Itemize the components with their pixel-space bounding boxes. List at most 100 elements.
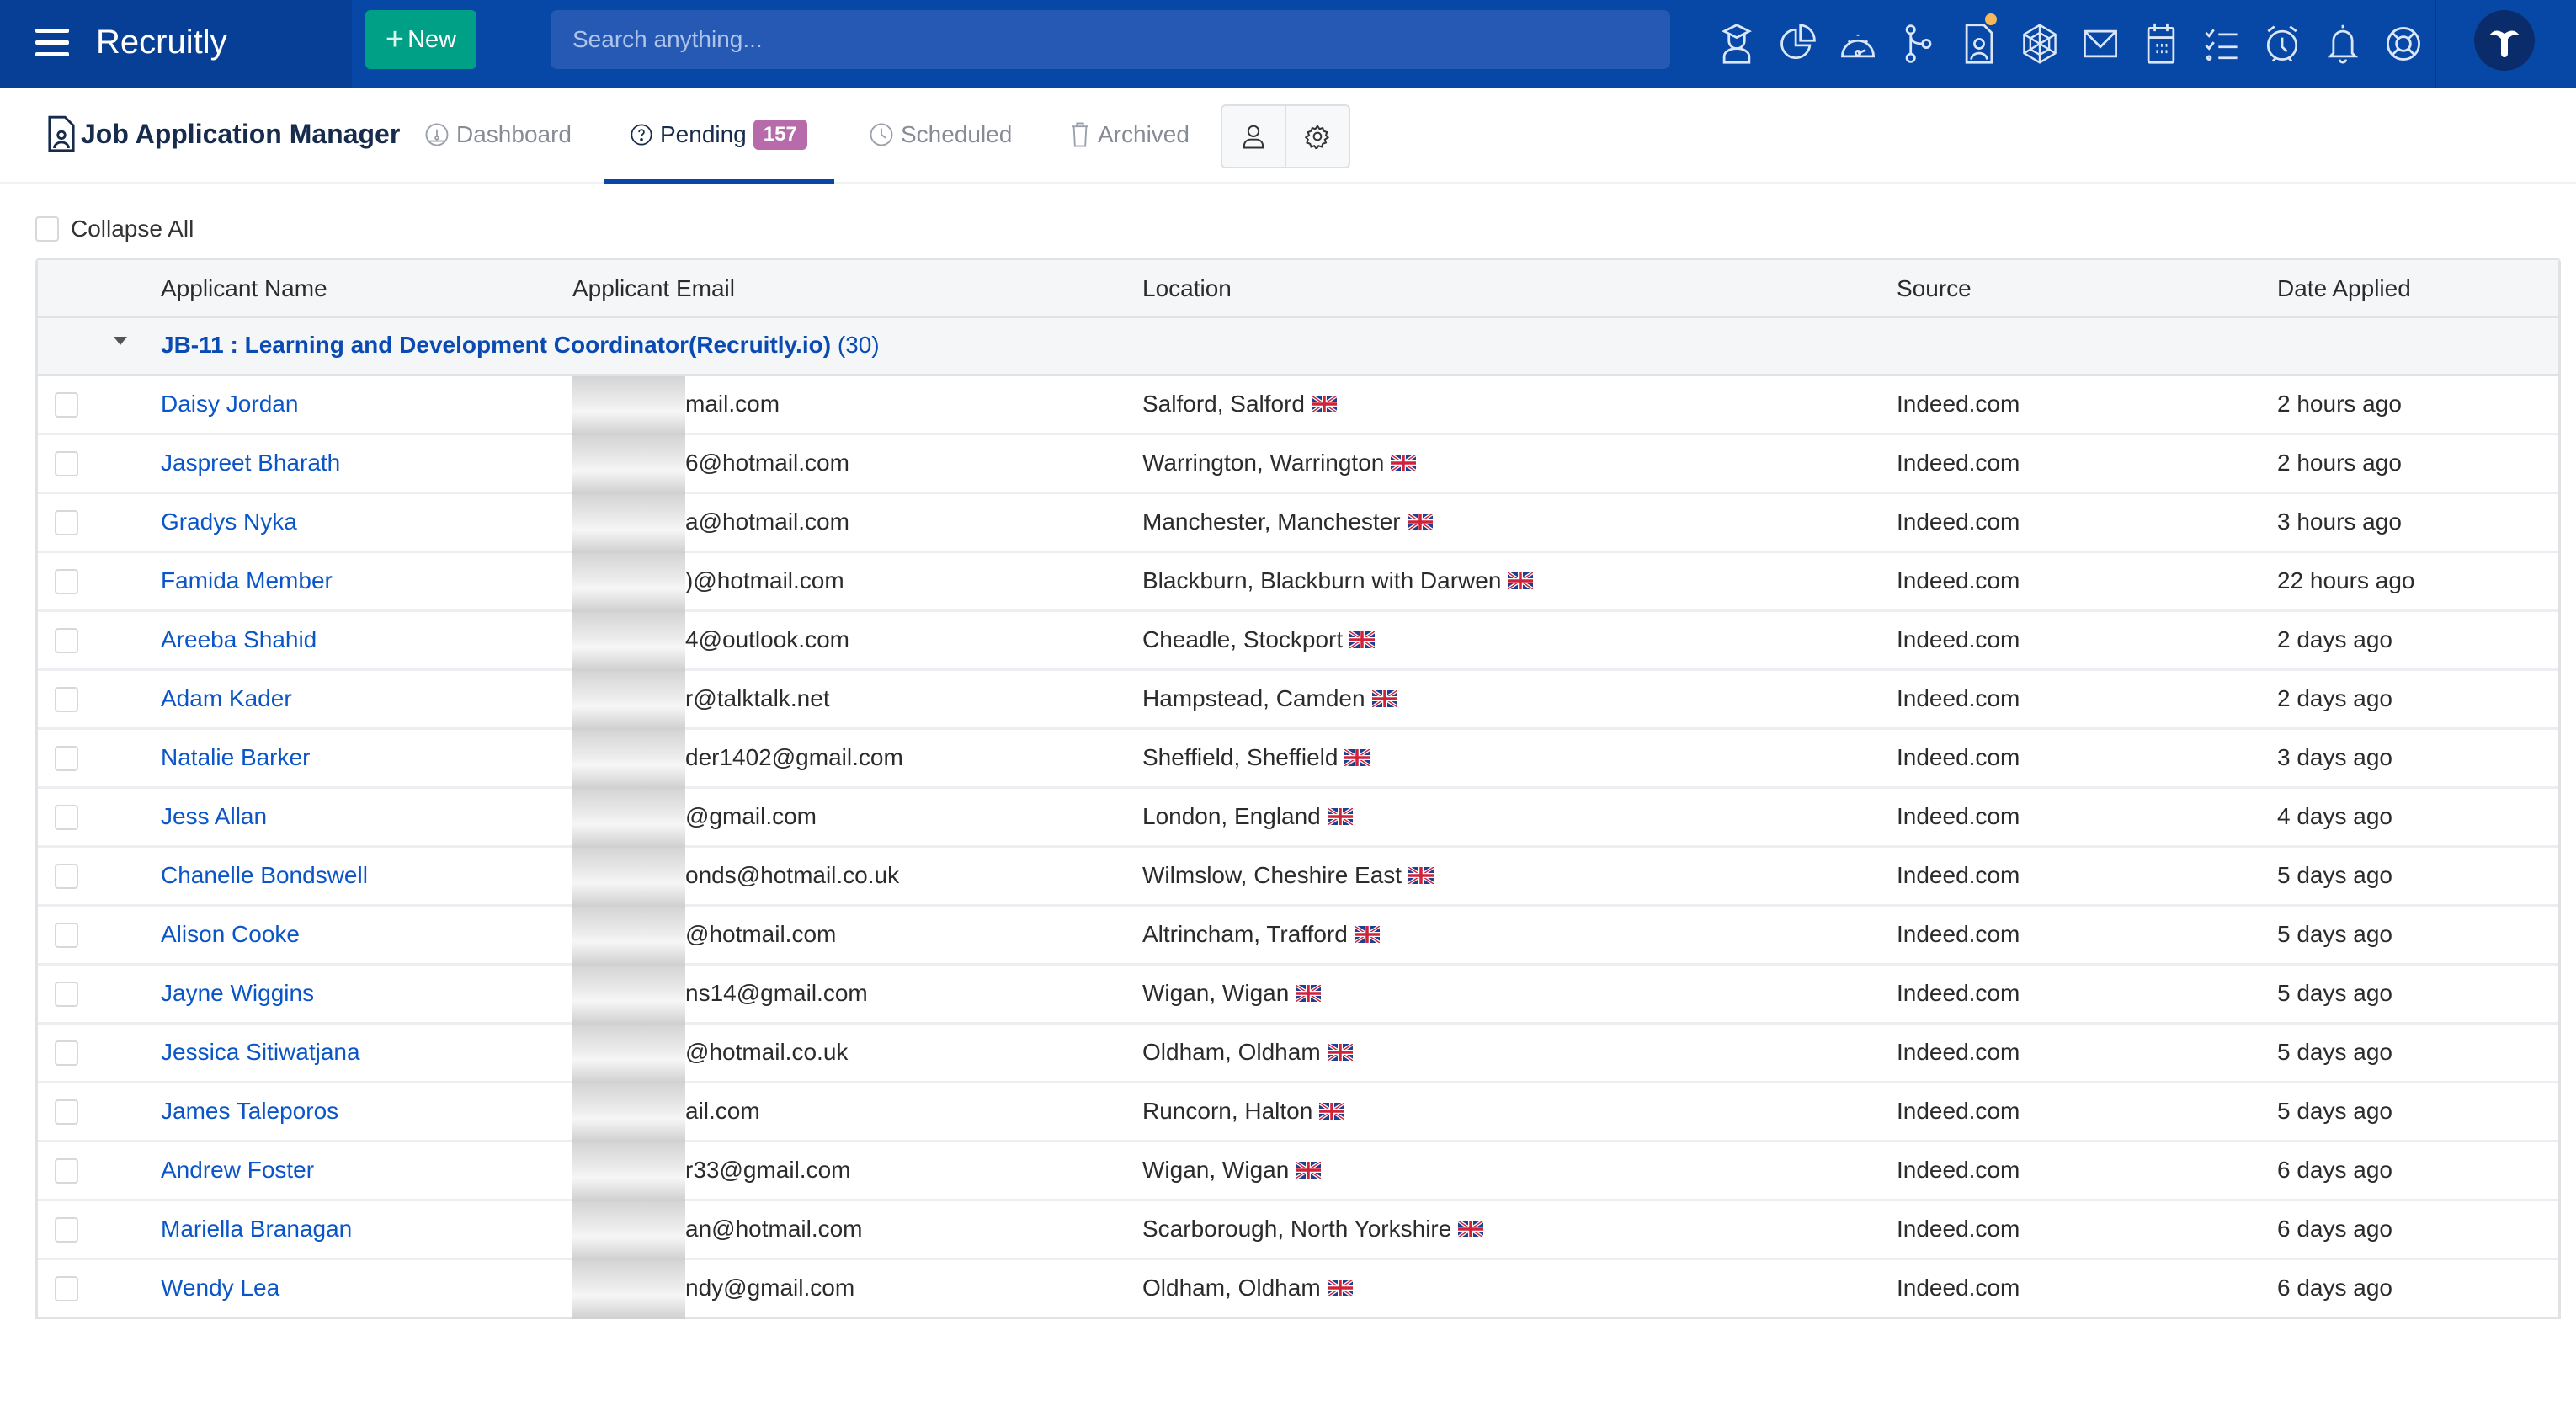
date-applied: 6 days ago: [2277, 1157, 2392, 1183]
applicant-location-text: Altrincham, Trafford: [1142, 921, 1348, 947]
column-header-location[interactable]: Location: [1142, 275, 1232, 302]
user-avatar[interactable]: [2474, 10, 2535, 71]
uk-flag-icon: [1327, 808, 1353, 825]
applicant-source: Indeed.com: [1897, 1039, 2020, 1065]
checklist-icon[interactable]: [2202, 22, 2241, 66]
bell-icon[interactable]: [2323, 22, 2362, 66]
tab-scheduled[interactable]: Scheduled: [869, 88, 1012, 182]
applicant-email-text: 4@outlook.com: [685, 626, 849, 652]
applicant-name-link[interactable]: Mariella Branagan: [161, 1216, 352, 1243]
collapse-group-caret-icon[interactable]: [114, 337, 127, 345]
applicant-name-link[interactable]: Wendy Lea: [161, 1275, 279, 1301]
column-header-source[interactable]: Source: [1897, 275, 1972, 302]
uk-flag-icon: [1327, 1044, 1353, 1061]
applicant-email: ndy@gmail.com: [572, 1260, 909, 1319]
applicant-name-link[interactable]: Daisy Jordan: [161, 391, 298, 418]
uk-flag-icon: [1407, 514, 1433, 530]
date-applied: 3 hours ago: [2277, 508, 2402, 535]
date-applied: 2 hours ago: [2277, 450, 2402, 476]
applicant-email: @hotmail.com: [572, 907, 909, 966]
redacted-email-blur: [572, 671, 685, 730]
applicant-name-link[interactable]: Famida Member: [161, 567, 333, 594]
new-button[interactable]: + New: [365, 10, 476, 69]
tab-archived[interactable]: Archived: [1069, 88, 1190, 182]
tab-pending[interactable]: Pending 157: [604, 88, 834, 184]
column-header-name[interactable]: Applicant Name: [161, 275, 327, 302]
job-group-title[interactable]: JB-11 : Learning and Development Coordin…: [161, 332, 880, 359]
applicant-location-text: Wilmslow, Cheshire East: [1142, 862, 1402, 888]
applicant-name-link[interactable]: Jessica Sitiwatjana: [161, 1039, 360, 1066]
calendar-icon[interactable]: [2142, 22, 2180, 66]
applicant-email-text: r33@gmail.com: [685, 1157, 851, 1183]
table-row: Gradys Nyka a@hotmail.com Manchester, Ma…: [38, 494, 2558, 553]
row-checkbox[interactable]: [55, 864, 78, 889]
candidate-file-icon[interactable]: [1960, 13, 1999, 66]
collapse-all-toggle[interactable]: Collapse All: [35, 216, 194, 242]
row-checkbox[interactable]: [55, 1217, 78, 1243]
row-checkbox[interactable]: [55, 982, 78, 1007]
settings-button[interactable]: [1285, 106, 1349, 167]
global-search-input[interactable]: [551, 10, 1670, 69]
applicant-source: Indeed.com: [1897, 1157, 2020, 1183]
applicant-name-link[interactable]: Adam Kader: [161, 685, 292, 712]
row-checkbox[interactable]: [55, 392, 78, 418]
applicant-name-link[interactable]: James Taleporos: [161, 1098, 338, 1125]
hamburger-menu-icon[interactable]: [35, 29, 69, 57]
column-header-date[interactable]: Date Applied: [2277, 275, 2411, 302]
applicant-name-link[interactable]: Andrew Foster: [161, 1157, 314, 1184]
pie-chart-icon[interactable]: [1778, 22, 1817, 66]
graduate-icon[interactable]: [1717, 22, 1756, 66]
mail-icon[interactable]: [2081, 22, 2120, 66]
row-checkbox[interactable]: [55, 1099, 78, 1125]
row-checkbox[interactable]: [55, 687, 78, 712]
applicant-name-link[interactable]: Jaspreet Bharath: [161, 450, 340, 476]
tab-label: Scheduled: [901, 121, 1013, 147]
applicant-email-text: ndy@gmail.com: [685, 1275, 855, 1301]
row-checkbox[interactable]: [55, 628, 78, 653]
applicant-location-text: Runcorn, Halton: [1142, 1098, 1313, 1124]
column-header-email[interactable]: Applicant Email: [572, 275, 735, 302]
top-navigation-bar: Recruitly + New: [0, 0, 2576, 88]
applicant-source: Indeed.com: [1897, 744, 2020, 770]
applicant-email-text: 6@hotmail.com: [685, 450, 849, 476]
applicant-name-link[interactable]: Jayne Wiggins: [161, 980, 314, 1007]
applicant-source: Indeed.com: [1897, 803, 2020, 829]
applicant-name-link[interactable]: Alison Cooke: [161, 921, 300, 948]
applicant-name-link[interactable]: Areeba Shahid: [161, 626, 317, 653]
row-checkbox[interactable]: [55, 569, 78, 594]
web-icon[interactable]: [2020, 22, 2059, 66]
uk-flag-icon: [1408, 867, 1434, 884]
applicant-email-text: onds@hotmail.co.uk: [685, 862, 900, 888]
applicant-email: ail.com: [572, 1083, 909, 1142]
row-checkbox[interactable]: [55, 1040, 78, 1066]
applicant-location-text: Salford, Salford: [1142, 391, 1305, 417]
row-checkbox[interactable]: [55, 1276, 78, 1301]
row-checkbox[interactable]: [55, 746, 78, 771]
uk-flag-icon: [1296, 1162, 1322, 1179]
pipeline-icon[interactable]: [1899, 22, 1938, 66]
alarm-clock-icon[interactable]: [2263, 22, 2302, 66]
clock-icon: [870, 123, 893, 146]
lifebuoy-icon[interactable]: [2384, 22, 2423, 66]
table-row: Daisy Jordan mail.com Salford, Salford I…: [38, 376, 2558, 435]
row-checkbox[interactable]: [55, 510, 78, 535]
applicant-name-link[interactable]: Gradys Nyka: [161, 508, 297, 535]
row-checkbox[interactable]: [55, 923, 78, 948]
tab-dashboard[interactable]: Dashboard: [424, 88, 572, 182]
collapse-all-checkbox[interactable]: [35, 216, 59, 242]
applicant-name-link[interactable]: Natalie Barker: [161, 744, 310, 771]
applicant-location: Manchester, Manchester: [1142, 508, 1433, 535]
applicant-source: Indeed.com: [1897, 1098, 2020, 1124]
uk-flag-icon: [1371, 690, 1397, 707]
applicant-email: 6@hotmail.com: [572, 435, 909, 494]
applicant-name-link[interactable]: Chanelle Bondswell: [161, 862, 368, 889]
row-checkbox[interactable]: [55, 451, 78, 476]
applicant-name-link[interactable]: Jess Allan: [161, 803, 267, 830]
row-checkbox[interactable]: [55, 805, 78, 830]
table-header: Applicant Name Applicant Email Location …: [38, 260, 2558, 318]
collapse-all-label: Collapse All: [71, 216, 194, 242]
user-view-button[interactable]: [1222, 106, 1285, 167]
gauge-icon[interactable]: [1839, 22, 1877, 66]
date-applied: 2 hours ago: [2277, 391, 2402, 417]
row-checkbox[interactable]: [55, 1158, 78, 1184]
